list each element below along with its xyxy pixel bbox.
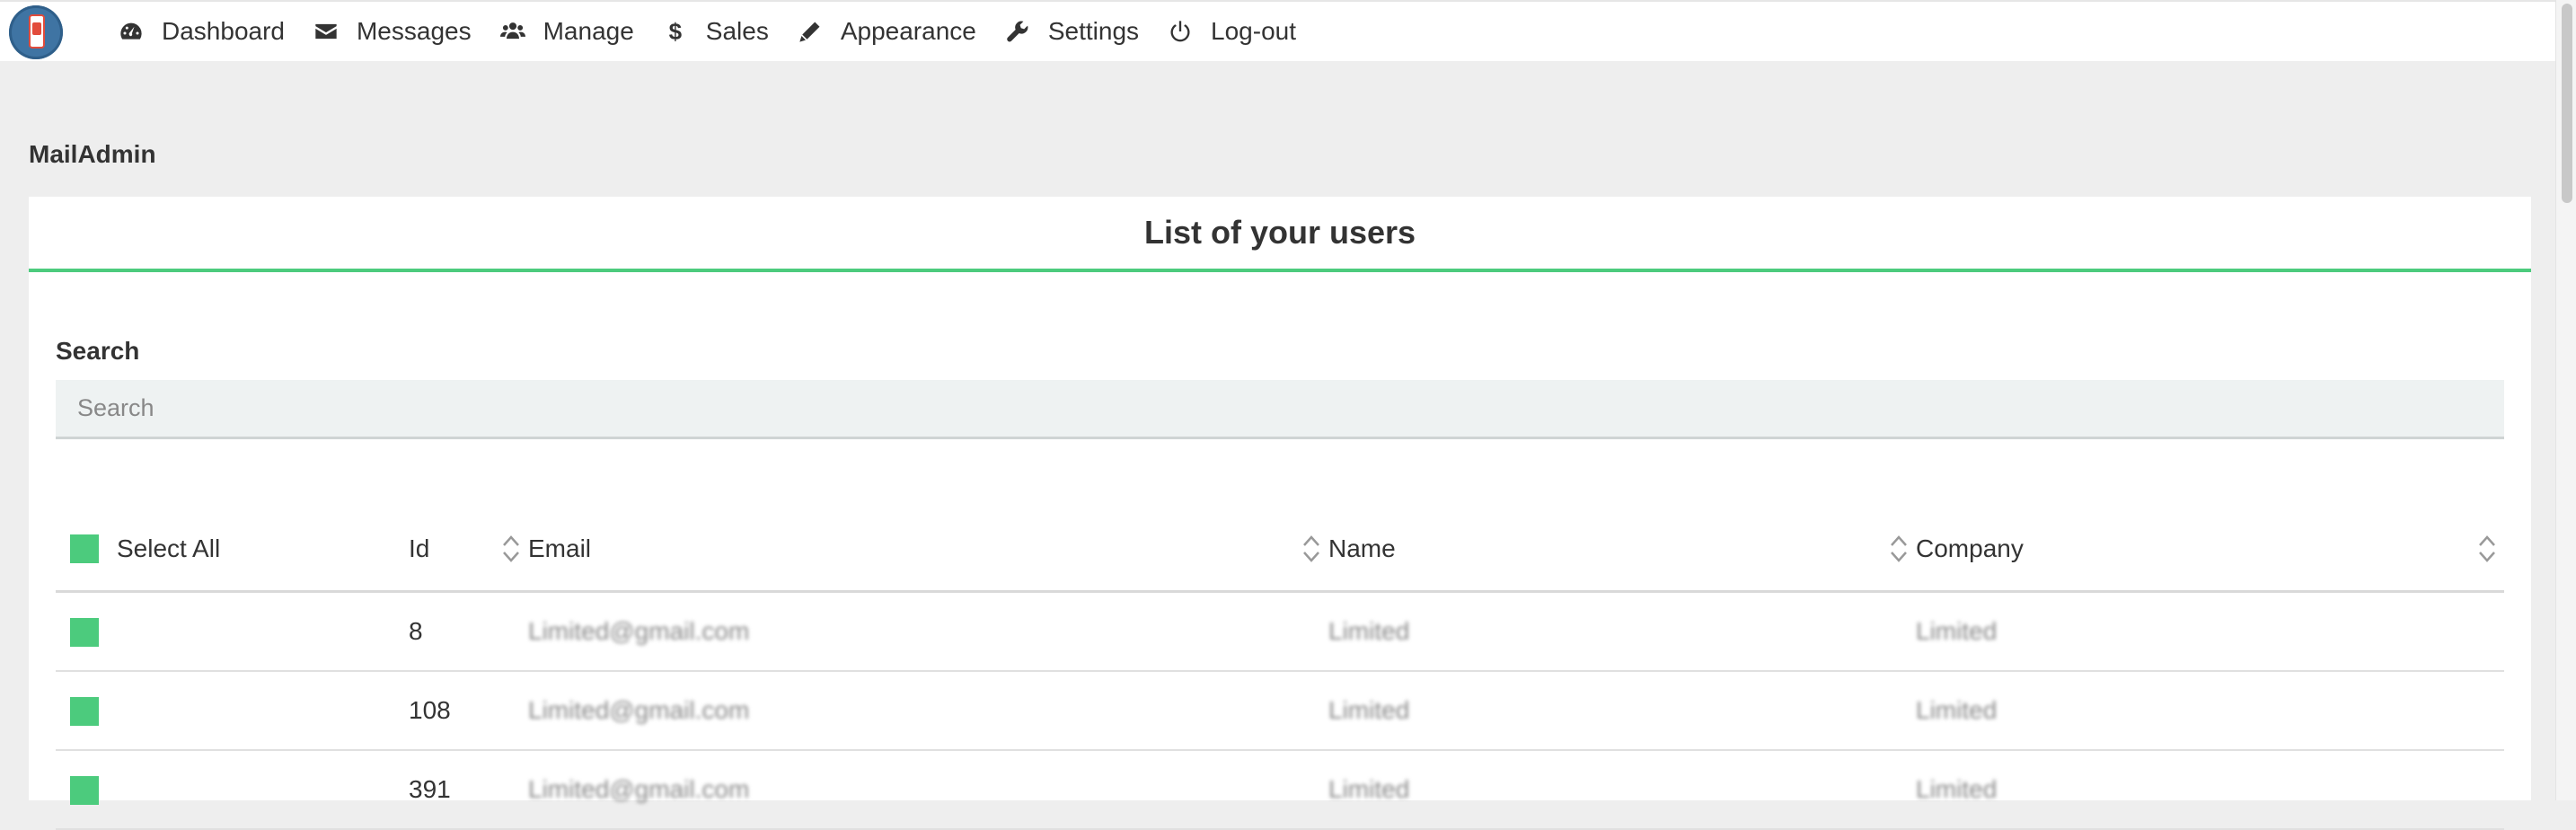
nav-item-dashboard[interactable]: Dashboard xyxy=(119,17,285,46)
cell-name: Limited xyxy=(1328,591,1916,672)
panel-title: List of your users xyxy=(29,197,2531,272)
users-table: Select All Id Email Name Company 8 Limit… xyxy=(56,508,2504,830)
select-all-header: Select All xyxy=(56,508,409,593)
nav-item-messages[interactable]: Messages xyxy=(313,17,472,46)
table-row[interactable]: 391 Limited@gmail.com Limited Limited xyxy=(56,750,2504,830)
page-scrollbar[interactable] xyxy=(2555,0,2576,800)
top-navbar: Dashboard Messages Manage $ Sales Appear… xyxy=(0,0,2556,61)
column-header-label: Company xyxy=(1916,534,2024,562)
cell-email: Limited@gmail.com xyxy=(528,671,1328,751)
wrench-icon xyxy=(1005,19,1030,44)
cell-company: Limited xyxy=(1916,591,2504,672)
nav-item-manage[interactable]: Manage xyxy=(499,17,634,46)
nav-label: Manage xyxy=(543,17,634,45)
nav-label: Sales xyxy=(705,17,769,45)
table-header-row: Select All Id Email Name Company xyxy=(56,508,2504,593)
sort-icon[interactable] xyxy=(2477,534,2497,564)
cell-email: Limited@gmail.com xyxy=(528,750,1328,830)
nav-item-sales[interactable]: $ Sales xyxy=(663,17,769,46)
cell-id: 108 xyxy=(409,671,528,751)
cell-name: Limited xyxy=(1328,671,1916,751)
users-panel: List of your users Search Select All Id … xyxy=(29,197,2531,830)
main-nav: Dashboard Messages Manage $ Sales Appear… xyxy=(119,2,1325,61)
app-logo[interactable] xyxy=(9,5,63,59)
nav-item-logout[interactable]: Log-out xyxy=(1168,17,1296,46)
select-all-label: Select All xyxy=(117,534,221,562)
select-all-checkbox[interactable] xyxy=(70,534,99,563)
nav-item-appearance[interactable]: Appearance xyxy=(798,17,976,46)
pencil-icon xyxy=(798,19,823,44)
cell-name: Limited xyxy=(1328,750,1916,830)
cell-id: 391 xyxy=(409,750,528,830)
sort-icon[interactable] xyxy=(501,534,521,564)
nav-label: Appearance xyxy=(840,17,976,45)
row-checkbox[interactable] xyxy=(70,696,99,726)
column-header-name[interactable]: Name xyxy=(1328,508,1916,593)
sort-icon[interactable] xyxy=(1889,534,1909,564)
column-header-label: Id xyxy=(409,534,430,562)
search-input[interactable] xyxy=(56,380,2504,439)
column-header-email[interactable]: Email xyxy=(528,508,1328,593)
row-checkbox[interactable] xyxy=(70,617,99,647)
users-icon xyxy=(499,19,525,44)
column-header-company[interactable]: Company xyxy=(1916,508,2504,593)
cell-id: 8 xyxy=(409,591,528,672)
power-icon xyxy=(1168,19,1193,44)
page-title: MailAdmin xyxy=(29,140,156,168)
nav-label: Settings xyxy=(1047,17,1140,45)
table-row[interactable]: 108 Limited@gmail.com Limited Limited xyxy=(56,671,2504,751)
cell-email: Limited@gmail.com xyxy=(528,591,1328,672)
column-header-id[interactable]: Id xyxy=(409,508,528,593)
search-label: Search xyxy=(56,337,140,365)
nav-label: Dashboard xyxy=(162,17,285,45)
cell-company: Limited xyxy=(1916,671,2504,751)
nav-item-settings[interactable]: Settings xyxy=(1005,17,1139,46)
dashboard-icon xyxy=(119,19,144,44)
dollar-icon: $ xyxy=(668,17,683,45)
envelope-icon xyxy=(313,19,339,44)
phone-logo-icon xyxy=(29,14,45,49)
cell-company: Limited xyxy=(1916,750,2504,830)
nav-label: Log-out xyxy=(1211,17,1296,45)
sort-icon[interactable] xyxy=(1301,534,1321,564)
table-row[interactable]: 8 Limited@gmail.com Limited Limited xyxy=(56,591,2504,672)
scrollbar-thumb[interactable] xyxy=(2562,4,2572,203)
column-header-label: Email xyxy=(528,534,592,562)
column-header-label: Name xyxy=(1328,534,1396,562)
nav-label: Messages xyxy=(356,17,472,45)
